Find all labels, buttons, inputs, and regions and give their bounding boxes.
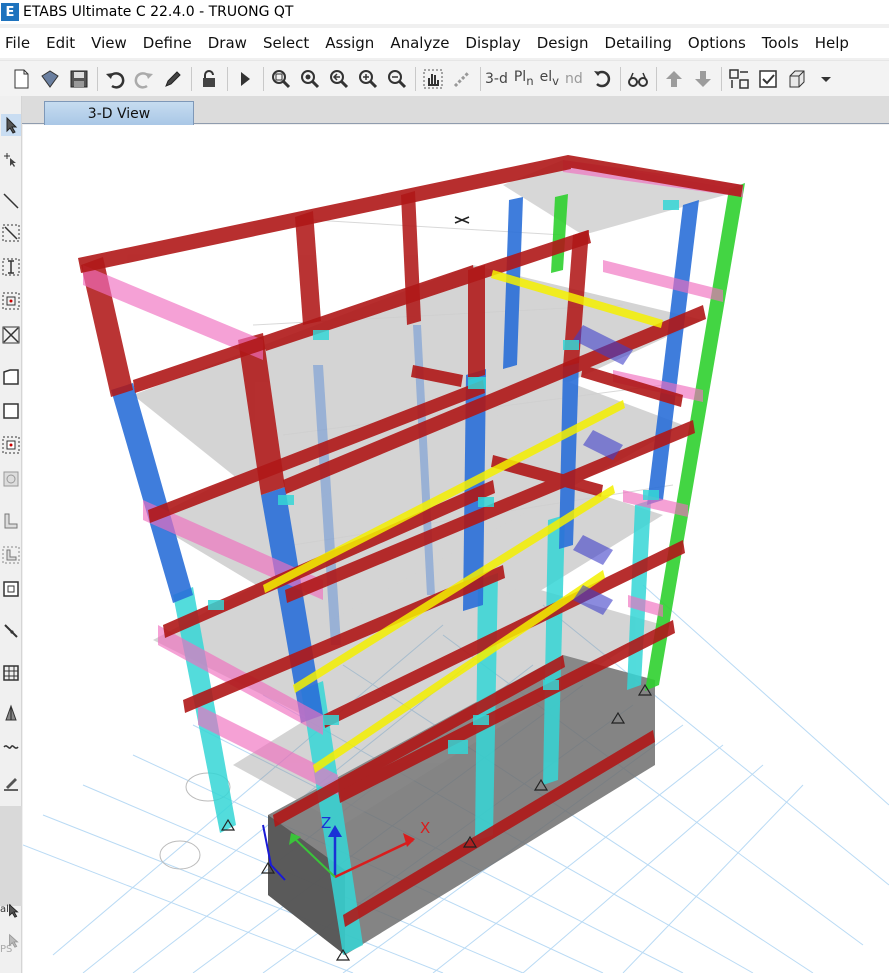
pointer-icon[interactable] <box>1 114 21 136</box>
edit-pencil-icon[interactable] <box>160 66 186 92</box>
new-model-icon[interactable] <box>8 66 34 92</box>
menu-define[interactable]: Define <box>138 34 203 52</box>
axis-z-label: Z <box>321 814 331 832</box>
toolbar-separator <box>619 66 621 91</box>
object-3d-icon[interactable] <box>784 66 810 92</box>
zoom-in-icon[interactable] <box>355 66 381 92</box>
zoom-previous-icon[interactable] <box>326 66 352 92</box>
plan-view-label: Pl <box>513 69 527 86</box>
menu-bar: File Edit View Define Draw Select Assign… <box>0 28 889 58</box>
run-analysis-icon[interactable] <box>232 66 258 92</box>
menu-options[interactable]: Options <box>683 34 757 52</box>
draw-rectangle-floor-icon[interactable] <box>1 400 21 422</box>
zoom-window-icon[interactable] <box>268 66 294 92</box>
zoom-restore-icon[interactable] <box>297 66 323 92</box>
quick-draw-floor-icon[interactable] <box>1 434 21 456</box>
view-3d-button[interactable]: 3-d <box>485 71 508 87</box>
draw-line-icon[interactable] <box>1 190 21 212</box>
pan-hand-icon[interactable] <box>420 66 446 92</box>
toolbar-separator <box>415 66 416 91</box>
perspective-glasses-icon[interactable] <box>625 66 651 92</box>
measure-icon[interactable] <box>449 66 475 92</box>
draw-pier-icon[interactable] <box>1 578 21 600</box>
main-toolbar: 3-d Pln elv nd <box>0 60 889 96</box>
nd-view-button[interactable]: nd <box>565 71 583 87</box>
toolbar-separator <box>263 66 264 91</box>
draw-opening-icon[interactable] <box>1 468 21 490</box>
draw-developed-elevation-icon[interactable] <box>1 772 21 794</box>
toolbar-separator <box>97 66 98 91</box>
elevation-view-label: el <box>539 69 553 86</box>
etabs-logo-icon: E <box>1 3 19 21</box>
draw-brace-icon[interactable] <box>1 290 21 312</box>
axis-x-label: X <box>420 819 430 837</box>
toolbar-separator <box>480 66 481 91</box>
menu-display[interactable]: Display <box>460 34 531 52</box>
menu-select[interactable]: Select <box>258 34 320 52</box>
model-3d-drawing: Z X <box>23 155 889 973</box>
draw-dimension-icon[interactable] <box>1 702 21 724</box>
select-all-icon[interactable] <box>6 900 22 922</box>
menu-draw[interactable]: Draw <box>203 34 258 52</box>
undo-icon[interactable] <box>102 66 128 92</box>
menu-analyze[interactable]: Analyze <box>385 34 460 52</box>
move-up-icon[interactable] <box>661 66 687 92</box>
lock-icon[interactable] <box>196 66 222 92</box>
left-toolbar-empty-area <box>0 806 22 906</box>
menu-assign[interactable]: Assign <box>320 34 385 52</box>
plan-view-sub: n <box>526 73 534 88</box>
menu-detailing[interactable]: Detailing <box>600 34 683 52</box>
draw-x-brace-icon[interactable] <box>1 324 21 346</box>
left-toolbar: all PS <box>0 96 22 973</box>
etabs-window: { "window": { "logo_letter": "E", "title… <box>0 0 889 973</box>
menu-file[interactable]: File <box>0 34 41 52</box>
toolbar-overflow-icon[interactable] <box>813 66 839 92</box>
check-box-icon[interactable] <box>755 66 781 92</box>
elevation-view-sub: v <box>552 73 560 88</box>
elevation-view-button[interactable]: elv <box>540 69 559 88</box>
save-icon[interactable] <box>66 66 92 92</box>
redo-icon[interactable] <box>131 66 157 92</box>
draw-floor-icon[interactable] <box>1 366 21 388</box>
roof-x-marker <box>454 216 470 224</box>
menu-help[interactable]: Help <box>810 34 860 52</box>
title-bar: E ETABS Ultimate C 22.4.0 - TRUONG QT <box>0 0 889 24</box>
rotate-view-icon[interactable] <box>589 66 615 92</box>
draw-tendon-icon[interactable] <box>1 736 21 758</box>
move-down-icon[interactable] <box>690 66 716 92</box>
draw-wall-icon[interactable] <box>1 510 21 532</box>
view-tab-strip: 3-D View <box>22 96 889 125</box>
menu-tools[interactable]: Tools <box>757 34 810 52</box>
select-object-icon[interactable] <box>726 66 752 92</box>
toolbar-separator <box>191 66 192 91</box>
menu-edit[interactable]: Edit <box>41 34 86 52</box>
model-viewport[interactable]: Z X <box>23 125 889 973</box>
draw-link-icon[interactable] <box>1 620 21 642</box>
draw-wall-stack-icon[interactable] <box>1 544 21 566</box>
toolbar-separator <box>227 66 228 91</box>
menu-view[interactable]: View <box>86 34 138 52</box>
reshape-icon[interactable] <box>1 148 21 170</box>
draw-column-icon[interactable] <box>1 256 21 278</box>
toolbar-separator <box>720 66 722 91</box>
menu-design[interactable]: Design <box>532 34 600 52</box>
draw-beam-icon[interactable] <box>1 222 21 244</box>
draw-grid-icon[interactable] <box>1 662 21 684</box>
zoom-out-icon[interactable] <box>384 66 410 92</box>
window-title: ETABS Ultimate C 22.4.0 - TRUONG QT <box>23 4 294 20</box>
open-model-icon[interactable] <box>37 66 63 92</box>
tab-3d-view[interactable]: 3-D View <box>44 101 194 125</box>
previous-select-icon[interactable] <box>6 930 22 952</box>
plan-view-button[interactable]: Pln <box>514 69 534 88</box>
toolbar-separator <box>655 66 657 91</box>
